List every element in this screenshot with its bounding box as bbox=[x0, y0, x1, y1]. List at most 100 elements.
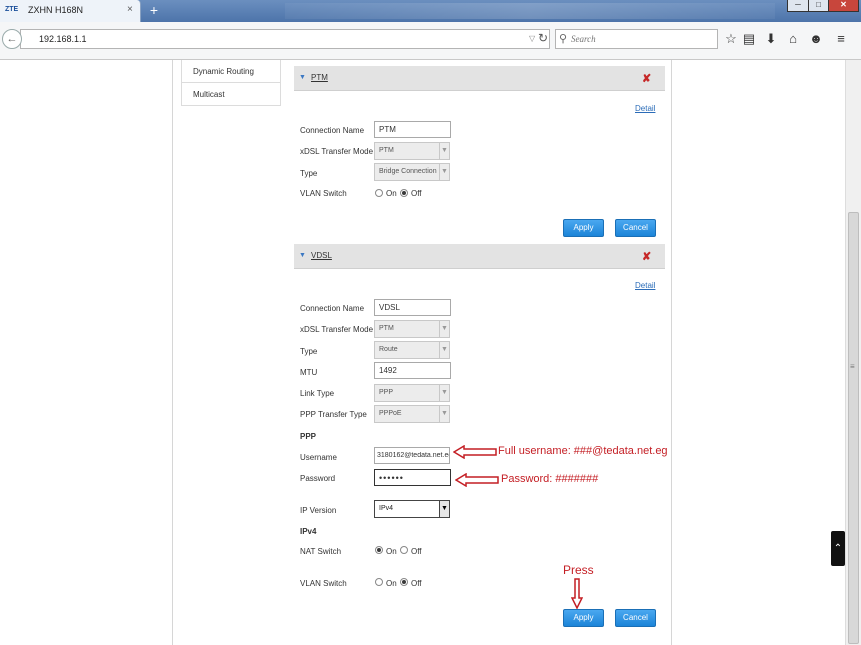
expand-triangle-icon: ▼ bbox=[299, 252, 306, 259]
scrollbar-grip-icon: ≡ bbox=[850, 362, 855, 371]
url-history-dropdown-icon[interactable]: ▽ bbox=[529, 34, 535, 43]
ptm-type-label: Type bbox=[300, 169, 318, 178]
scroll-top-icon[interactable]: ⌃ bbox=[831, 531, 845, 566]
page-scrollbar[interactable]: ≡ bbox=[845, 60, 861, 645]
chevron-down-icon: ▼ bbox=[439, 342, 449, 358]
vdsl-username-label: Username bbox=[300, 453, 337, 462]
vdsl-vlan-off-radio[interactable] bbox=[400, 578, 408, 586]
ptm-vlan-on-radio[interactable] bbox=[375, 189, 383, 197]
zte-logo-icon: ZTE bbox=[5, 6, 19, 13]
chevron-down-icon: ▼ bbox=[439, 321, 449, 337]
vdsl-username-input[interactable] bbox=[374, 447, 450, 464]
home-icon[interactable]: ⌂ bbox=[786, 32, 800, 46]
menu-icon[interactable]: ≡ bbox=[834, 32, 848, 46]
ptm-connection-name-input[interactable] bbox=[374, 121, 451, 138]
sidebar: Dynamic Routing Multicast bbox=[181, 60, 281, 106]
vdsl-nat-off-radio[interactable] bbox=[400, 546, 408, 554]
address-bar[interactable]: 192.168.1.1 ▽ ↻ bbox=[20, 29, 550, 49]
vdsl-vlan-on-label: On bbox=[386, 579, 397, 588]
ptm-xdsl-mode-label: xDSL Transfer Mode bbox=[300, 147, 374, 156]
browser-tab-bar: ZTE ZXHN H168N × + ─ □ ✕ bbox=[0, 0, 861, 22]
ptm-apply-button[interactable]: Apply bbox=[563, 219, 604, 237]
vdsl-ip-version-value: IPv4 bbox=[379, 505, 394, 512]
sidebar-item-dynamic-routing[interactable]: Dynamic Routing bbox=[181, 60, 281, 83]
press-annotation-arrow-icon bbox=[571, 578, 583, 609]
password-annotation-arrow-icon bbox=[455, 473, 499, 487]
sidebar-item-multicast[interactable]: Multicast bbox=[181, 83, 281, 106]
chevron-down-icon: ▼ bbox=[439, 143, 449, 159]
ptm-vlan-switch-label: VLAN Switch bbox=[300, 189, 347, 198]
window-close-button[interactable]: ✕ bbox=[828, 0, 859, 12]
press-annotation: Press bbox=[563, 563, 594, 577]
ptm-section-title[interactable]: PTM bbox=[311, 73, 328, 82]
delete-x-icon[interactable]: ✘ bbox=[642, 250, 651, 263]
reload-icon[interactable]: ↻ bbox=[538, 31, 548, 45]
scrollbar-thumb[interactable] bbox=[848, 212, 859, 644]
vdsl-type-value: Route bbox=[379, 346, 398, 353]
ptm-connection-name-label: Connection Name bbox=[300, 126, 365, 135]
vdsl-cancel-button[interactable]: Cancel bbox=[615, 609, 656, 627]
vdsl-xdsl-mode-select[interactable]: PTM ▼ bbox=[374, 320, 450, 338]
vdsl-xdsl-mode-label: xDSL Transfer Mode bbox=[300, 325, 374, 334]
vdsl-nat-off-label: Off bbox=[411, 547, 422, 556]
vdsl-password-label: Password bbox=[300, 474, 336, 483]
back-arrow-icon[interactable]: ← bbox=[2, 29, 22, 49]
username-annotation-arrow-icon bbox=[453, 445, 497, 459]
vdsl-link-type-value: PPP bbox=[379, 389, 394, 396]
star-icon[interactable]: ☆ bbox=[724, 32, 738, 46]
tab-close-icon[interactable]: × bbox=[127, 4, 133, 15]
vdsl-mtu-input[interactable] bbox=[374, 362, 451, 379]
vdsl-detail-link[interactable]: Detail bbox=[635, 281, 655, 290]
tab-bar-background bbox=[285, 3, 775, 19]
vdsl-ppp-heading: PPP bbox=[300, 432, 317, 441]
browser-nav-bar: 192.168.1.1 ▽ ↻ ← ⚲ ☆ ▤ ⬇ ⌂ ☻ ≡ bbox=[0, 22, 861, 60]
ptm-xdsl-mode-select[interactable]: PTM ▼ bbox=[374, 142, 450, 160]
download-icon[interactable]: ⬇ bbox=[764, 32, 778, 46]
clipboard-icon[interactable]: ▤ bbox=[742, 32, 756, 46]
ptm-vlan-off-radio[interactable] bbox=[400, 189, 408, 197]
vdsl-link-type-label: Link Type bbox=[300, 389, 335, 398]
ptm-vlan-on-label: On bbox=[386, 189, 397, 198]
search-input[interactable] bbox=[571, 32, 711, 46]
vdsl-ppp-transfer-label: PPP Transfer Type bbox=[300, 410, 367, 419]
window-maximize-button[interactable]: □ bbox=[808, 0, 829, 12]
browser-tab[interactable]: ZTE ZXHN H168N × bbox=[0, 0, 141, 22]
vdsl-type-select[interactable]: Route ▼ bbox=[374, 341, 450, 359]
vdsl-nat-on-radio[interactable] bbox=[375, 546, 383, 554]
delete-x-icon[interactable]: ✘ bbox=[642, 72, 651, 85]
chevron-down-icon: ▼ bbox=[439, 164, 449, 180]
vdsl-section-header[interactable]: ▼ VDSL ✘ bbox=[294, 244, 665, 269]
chat-icon[interactable]: ☻ bbox=[809, 32, 823, 46]
vdsl-nat-switch-label: NAT Switch bbox=[300, 547, 342, 556]
ptm-section-header[interactable]: ▼ PTM ✘ bbox=[294, 66, 665, 91]
vdsl-password-input[interactable] bbox=[374, 469, 451, 486]
vdsl-ip-version-label: IP Version bbox=[300, 506, 337, 515]
window-minimize-button[interactable]: ─ bbox=[787, 0, 809, 12]
search-box[interactable]: ⚲ bbox=[555, 29, 718, 49]
ptm-cancel-button[interactable]: Cancel bbox=[615, 219, 656, 237]
expand-triangle-icon: ▼ bbox=[299, 74, 306, 81]
vdsl-ppp-transfer-select[interactable]: PPPoE ▼ bbox=[374, 405, 450, 423]
vdsl-connection-name-label: Connection Name bbox=[300, 304, 365, 313]
vdsl-type-label: Type bbox=[300, 347, 318, 356]
vdsl-ppp-transfer-value: PPPoE bbox=[379, 410, 402, 417]
chevron-down-icon: ▼ bbox=[439, 501, 449, 517]
address-url: 192.168.1.1 bbox=[39, 34, 87, 44]
vdsl-apply-button[interactable]: Apply bbox=[563, 609, 604, 627]
chevron-down-icon: ▼ bbox=[439, 406, 449, 422]
vdsl-ipv4-heading: IPv4 bbox=[300, 527, 317, 536]
vdsl-link-type-select[interactable]: PPP ▼ bbox=[374, 384, 450, 402]
ptm-vlan-off-label: Off bbox=[411, 189, 422, 198]
ptm-type-select[interactable]: Bridge Connection ▼ bbox=[374, 163, 450, 181]
vdsl-nat-on-label: On bbox=[386, 547, 397, 556]
new-tab-button[interactable]: + bbox=[145, 1, 163, 19]
vdsl-mtu-label: MTU bbox=[300, 368, 318, 377]
username-annotation: Full username: ###@tedata.net.eg bbox=[498, 445, 668, 457]
tab-title: ZXHN H168N bbox=[28, 5, 84, 15]
ptm-detail-link[interactable]: Detail bbox=[635, 104, 655, 113]
vdsl-ip-version-select[interactable]: IPv4 ▼ bbox=[374, 500, 450, 518]
vdsl-connection-name-input[interactable] bbox=[374, 299, 451, 316]
password-annotation: Password: ####### bbox=[501, 473, 599, 485]
vdsl-section-title[interactable]: VDSL bbox=[311, 251, 332, 260]
vdsl-vlan-on-radio[interactable] bbox=[375, 578, 383, 586]
